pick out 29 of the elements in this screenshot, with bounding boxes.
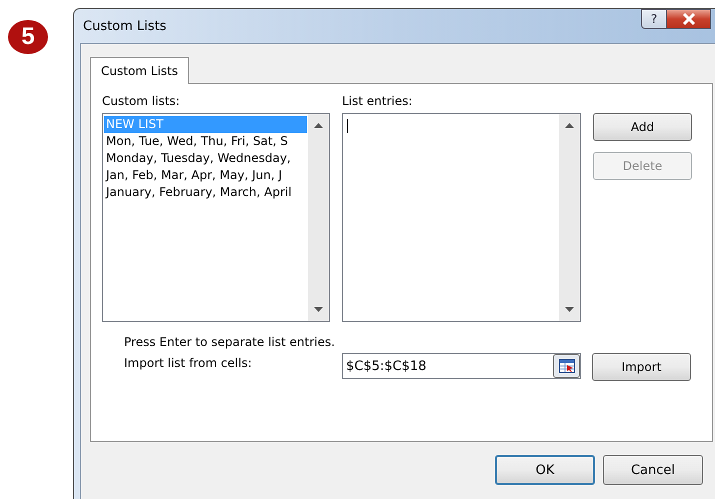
hint-text: Press Enter to separate list entries. [124, 334, 336, 350]
custom-lists-listbox[interactable]: NEW LIST Mon, Tue, Wed, Thu, Fri, Sat, S Monday, Tuesday, Wednesday, Jan, Feb, Mar, Apr, May, Jun, J January, February, March, April [102, 113, 330, 322]
scroll-down-icon[interactable] [314, 307, 323, 312]
ok-button[interactable]: OK [495, 455, 595, 485]
list-entries-field[interactable] [342, 113, 581, 322]
scroll-down-icon[interactable] [565, 307, 574, 312]
scrollbar[interactable] [308, 114, 329, 321]
help-button[interactable]: ? [641, 9, 667, 29]
scrollbar[interactable] [559, 114, 580, 321]
custom-lists-label: Custom lists: [102, 94, 181, 108]
list-item[interactable]: Mon, Tue, Wed, Thu, Fri, Sat, S [104, 133, 307, 150]
cancel-button[interactable]: Cancel [603, 455, 703, 485]
range-picker-button[interactable] [553, 354, 580, 378]
range-picker-icon [558, 359, 574, 373]
cell-range-field[interactable]: $C$5:$C$18 [342, 353, 581, 379]
import-label: Import list from cells: [124, 355, 253, 371]
list-item[interactable]: Monday, Tuesday, Wednesday, [104, 150, 307, 167]
list-item[interactable]: Jan, Feb, Mar, Apr, May, Jun, J [104, 167, 307, 184]
list-item[interactable]: January, February, March, April [104, 184, 307, 201]
scroll-up-icon[interactable] [565, 123, 574, 128]
tab[interactable]: Custom Lists [90, 57, 190, 84]
window-title: Custom Lists [83, 18, 166, 34]
close-button[interactable] [667, 9, 711, 29]
step-badge: 5 [8, 20, 48, 54]
list-entries-label: List entries: [342, 94, 414, 108]
add-button[interactable]: Add [593, 113, 692, 141]
import-button[interactable]: Import [592, 353, 691, 381]
scroll-up-icon[interactable] [314, 123, 323, 128]
close-icon [682, 13, 696, 25]
